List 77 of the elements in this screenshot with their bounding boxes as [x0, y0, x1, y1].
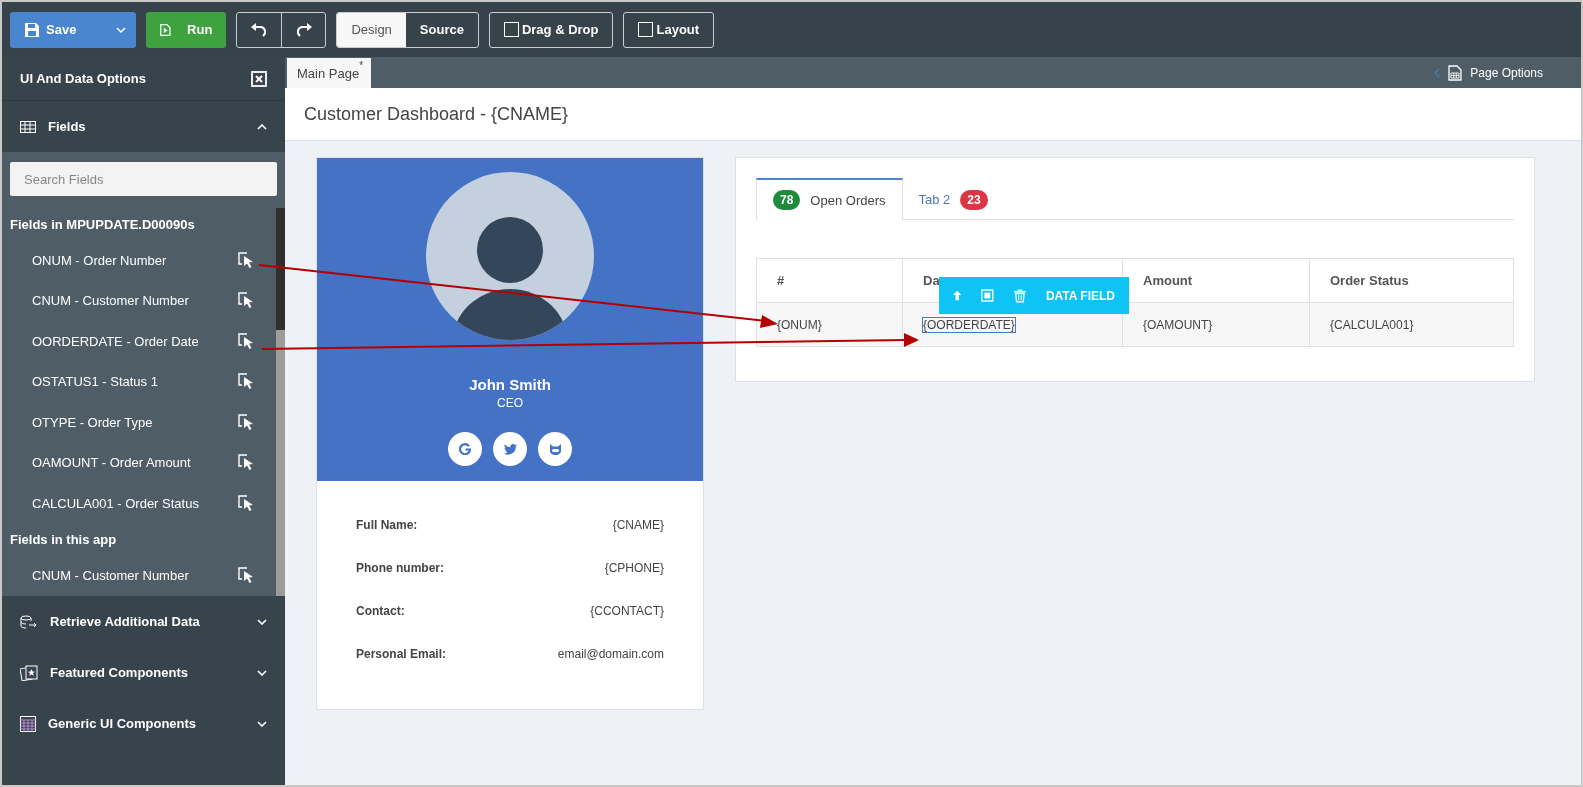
bird-icon [503, 443, 517, 455]
drag-cursor-icon[interactable] [238, 373, 254, 391]
social-button[interactable] [538, 432, 572, 466]
close-icon[interactable] [251, 70, 267, 87]
accordion-header[interactable]: Fields [2, 101, 285, 152]
detail-label: Personal Email: [356, 646, 447, 661]
tab-label: Tab 2 [918, 192, 951, 207]
field-item[interactable]: OSTATUS1 - Status 1 [32, 374, 158, 390]
caret-icon [116, 26, 127, 33]
field-item[interactable]: CNUM - Customer Number [32, 568, 189, 584]
drag-cursor-icon[interactable] [238, 494, 254, 512]
detail-label: Full Name: [356, 517, 418, 532]
field-item[interactable]: CNUM - Customer Number [32, 293, 189, 309]
drag-cursor-icon[interactable] [238, 413, 254, 431]
orders-tab[interactable]: Tab 2 23 [902, 178, 1004, 219]
drag-cursor-icon[interactable] [238, 251, 254, 269]
redo-icon [294, 21, 313, 38]
detail-value: {CNAME} [612, 517, 664, 532]
g-icon [459, 443, 471, 455]
data-field[interactable]: {OAMOUNT} [1143, 317, 1213, 332]
profile-name: John Smith [469, 376, 551, 393]
field-item[interactable]: OORDERDATE - Order Date [32, 333, 199, 349]
drag-cursor-icon[interactable] [238, 454, 254, 472]
toggle-button[interactable]: Layout [623, 11, 715, 48]
field-item[interactable]: ONUM - Order Number [32, 252, 167, 268]
toggle-button[interactable]: Drag & Drop [488, 11, 614, 48]
drag-cursor-icon[interactable] [238, 332, 254, 350]
toolbar-label: DATA FIELD [1045, 288, 1115, 303]
page-title: Customer Dashboard - {CNAME} [304, 103, 569, 125]
dropdown-button[interactable] [106, 11, 137, 48]
orders-tab[interactable]: 78 Open Orders [756, 178, 903, 220]
group-heading: Fields in this app [9, 531, 118, 549]
accordion-header[interactable]: Generic UI Components [2, 698, 285, 749]
checkbox[interactable] [638, 22, 654, 37]
scrollbar-thumb[interactable] [276, 208, 285, 330]
count-badge: 23 [960, 189, 988, 210]
selected-field[interactable]: {OORDERDATE} [923, 317, 1015, 332]
grid-panel-icon [20, 715, 36, 732]
detail-value: {CPHONE} [604, 560, 664, 575]
panel-title: UI And Data Options [20, 71, 146, 86]
detail-label: Phone number: [356, 560, 444, 575]
field-item[interactable]: OAMOUNT - Order Amount [32, 455, 191, 471]
detail-value: email@domain.com [557, 646, 664, 661]
accordion-header[interactable]: Retrieve Additional Data [2, 596, 285, 647]
avatar-icon [426, 172, 594, 340]
drag-cursor-icon[interactable] [238, 292, 254, 310]
field-item[interactable]: OTYPE - Order Type [32, 414, 153, 430]
view-tab[interactable]: Design [337, 12, 406, 47]
table-icon [20, 120, 36, 133]
data-field[interactable]: {ONUM} [777, 317, 822, 332]
cat-face-icon [548, 443, 562, 455]
view-tab[interactable]: Source [405, 12, 478, 47]
checkbox[interactable] [503, 22, 519, 37]
column-header: Order Status [1309, 258, 1514, 303]
drag-cursor-icon[interactable] [238, 567, 254, 585]
detail-label: Contact: [356, 603, 405, 618]
chevron-left-icon [1434, 67, 1441, 78]
social-button[interactable] [448, 432, 482, 466]
tab-label: Open Orders [810, 192, 886, 208]
page-tab[interactable]: Main Page$^{*}$ [287, 58, 372, 88]
detail-value: {CCONTACT} [590, 603, 664, 618]
save-button[interactable]: Save [10, 11, 107, 48]
social-button[interactable] [493, 432, 527, 466]
group-heading: Fields in MPUPDATE.D00090s [9, 215, 196, 234]
search-field[interactable]: Search Fields [10, 162, 277, 196]
data-field[interactable]: {CALCULA001} [1330, 317, 1414, 332]
undo-icon [250, 21, 269, 38]
star-cards-icon [20, 664, 38, 681]
database-arrow-icon [20, 614, 38, 629]
profile-role: CEO [497, 396, 523, 410]
spreadsheet-document-icon [1448, 64, 1463, 81]
accordion-header[interactable]: Featured Components [2, 647, 285, 698]
count-badge: 78 [773, 190, 801, 210]
play-document-icon [160, 21, 172, 38]
page-options-link[interactable]: Page Options [1470, 65, 1543, 80]
field-item[interactable]: CALCULA001 - Order Status [32, 495, 199, 511]
column-header: # [756, 258, 903, 303]
